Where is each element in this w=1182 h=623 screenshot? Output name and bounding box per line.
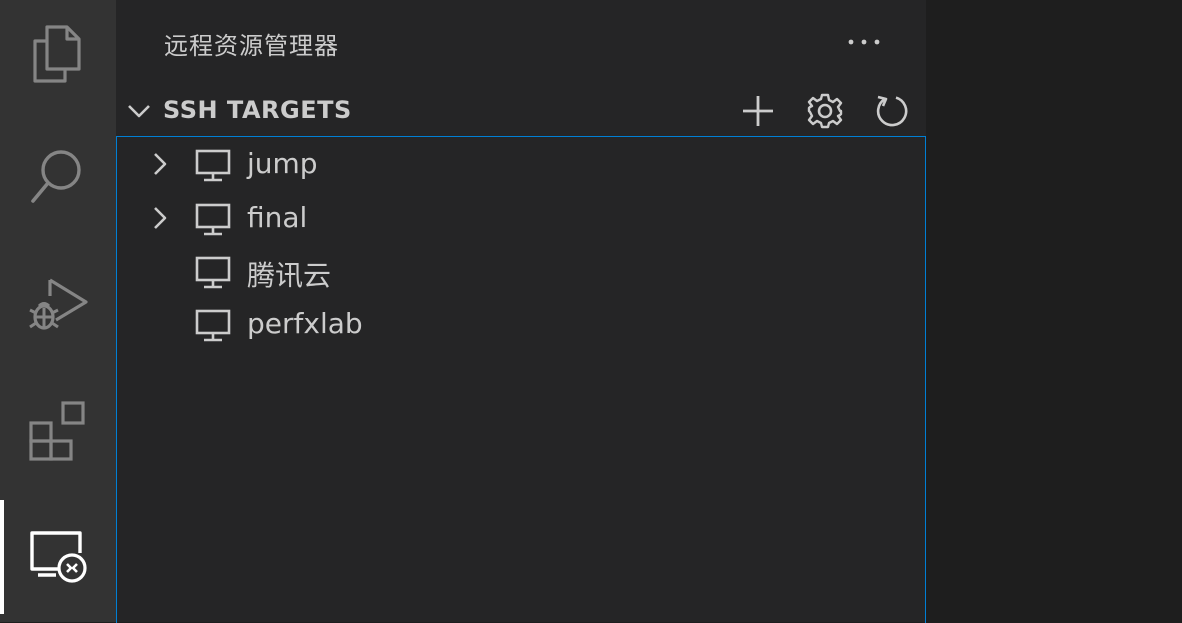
monitor-icon <box>195 149 231 182</box>
sidebar: 远程资源管理器 SSH TARGETS jump final 腾讯云 perfx… <box>116 0 926 623</box>
chevron-right-icon <box>154 153 167 175</box>
refresh-icon <box>876 95 908 127</box>
tree-item-final[interactable]: final <box>117 191 925 245</box>
configure-button[interactable] <box>805 91 845 131</box>
sidebar-title: 远程资源管理器 <box>164 32 339 60</box>
activity-explorer[interactable] <box>0 4 116 104</box>
plus-icon <box>743 96 773 126</box>
gear-icon <box>807 93 843 129</box>
tree-item-label: jump <box>247 147 318 180</box>
tree-item-jump[interactable]: jump <box>117 137 925 191</box>
activity-remote-explorer[interactable] <box>0 500 116 614</box>
chevron-right-icon <box>154 207 167 229</box>
run-debug-icon <box>29 278 88 330</box>
section-header-ssh-targets[interactable]: SSH TARGETS <box>116 86 926 136</box>
more-actions-button[interactable] <box>844 22 884 62</box>
ssh-targets-tree: jump final 腾讯云 perfxlab <box>116 136 926 623</box>
section-title: SSH TARGETS <box>163 96 352 124</box>
activity-bar <box>0 0 116 622</box>
tree-item-perfxlab[interactable]: perfxlab <box>117 297 925 351</box>
remote-explorer-icon <box>30 531 87 583</box>
ellipsis-icon <box>848 39 880 45</box>
activity-run-debug[interactable] <box>0 254 116 354</box>
activity-extensions[interactable] <box>0 380 116 480</box>
tree-item-label: 腾讯云 <box>247 259 332 292</box>
tree-item-tencent-cloud[interactable]: 腾讯云 <box>117 244 925 298</box>
extensions-icon <box>29 401 85 461</box>
monitor-icon <box>195 309 231 342</box>
tree-item-label: final <box>247 201 308 234</box>
tree-item-label: perfxlab <box>247 307 363 340</box>
monitor-icon <box>195 256 231 289</box>
activity-search[interactable] <box>0 128 116 228</box>
search-icon <box>31 150 81 203</box>
chevron-down-icon <box>128 105 150 118</box>
files-icon <box>33 25 81 83</box>
monitor-icon <box>195 203 231 236</box>
editor-area <box>926 0 1182 622</box>
refresh-button[interactable] <box>872 91 912 131</box>
add-target-button[interactable] <box>738 91 778 131</box>
